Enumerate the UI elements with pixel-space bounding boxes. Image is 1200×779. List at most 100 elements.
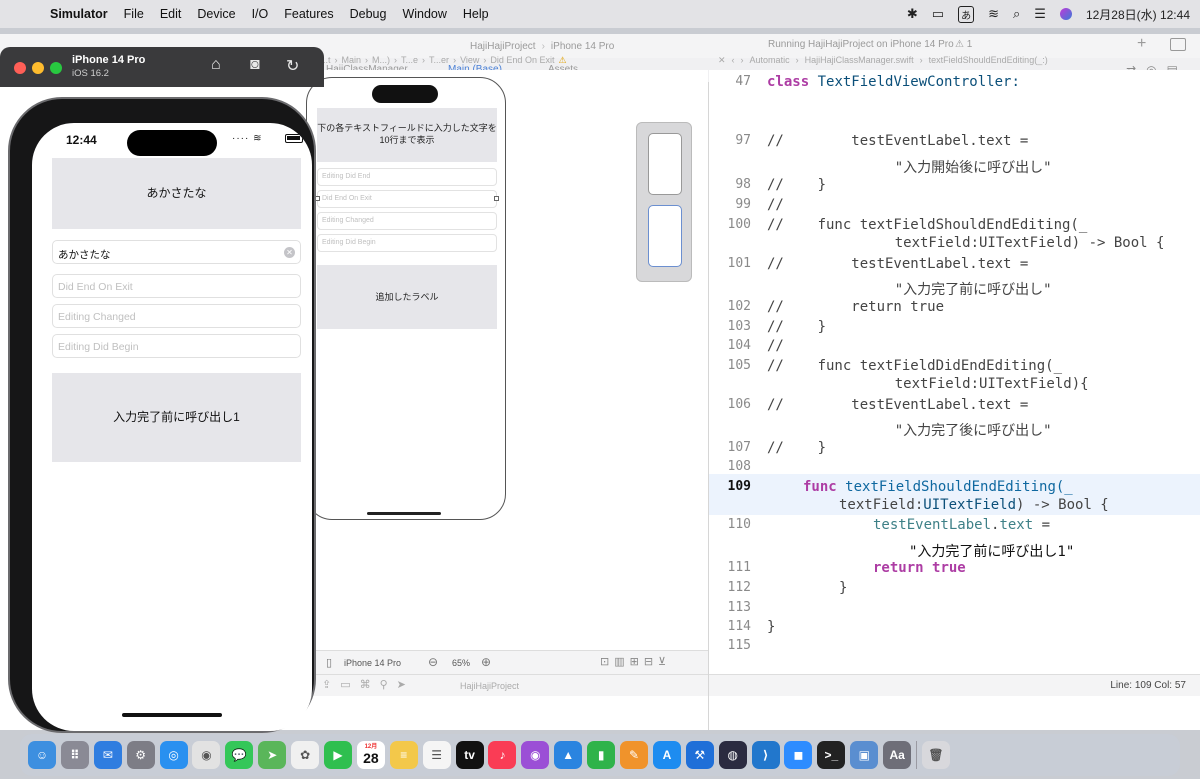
jump-item-m[interactable]: M...) [372,55,390,65]
text-field-active[interactable]: あかさたな ✕ [52,240,301,264]
close-icon[interactable]: ✕ [718,55,726,66]
text-field-did-end-on-exit[interactable]: Did End On Exit [52,274,301,298]
line-number: 110 [727,517,751,532]
line-number: 109 [727,479,751,494]
debug-bar-icons[interactable]: ⇪▭⌘⚲➤ [322,678,415,691]
home-icon[interactable]: ⌂ [211,56,221,74]
home-indicator[interactable] [122,713,222,717]
dock-numbers-icon[interactable]: ▮ [587,741,616,769]
warning-count[interactable]: ⚠ 1 [955,39,972,50]
code-text: // } [767,440,827,456]
siri-icon[interactable] [1059,8,1072,20]
zoom-button[interactable] [50,62,62,74]
dock-instruments-icon[interactable]: ◍ [718,741,747,769]
battery-icon[interactable]: ▭ [932,6,944,22]
dock-dictionary-icon[interactable]: Aa [883,741,912,769]
dock-finder-icon[interactable]: ☺ [28,741,56,769]
minimap-scene-2[interactable] [648,205,682,267]
rotate-icon[interactable]: ↻ [286,56,299,76]
menu-app-name[interactable]: Simulator [42,7,116,21]
menu-window[interactable]: Window [394,7,454,21]
spotlight-icon[interactable]: ⌕ [1013,6,1020,22]
device-icon[interactable]: ▯ [326,656,332,669]
dock-podcasts-icon[interactable]: ◉ [521,741,550,769]
dock-xcode-icon[interactable]: ⚒ [685,741,714,769]
dock-messages-icon[interactable]: 💬 [225,741,254,769]
dock-pages-icon[interactable]: ✎ [620,741,649,769]
menu-features[interactable]: Features [276,7,341,21]
menu-io[interactable]: I/O [244,7,277,21]
dock-vscode-icon[interactable]: ⟩ [751,741,780,769]
ib-header-label[interactable]: 下の各テキストフィールドに入力した文字を10行まで表示 [317,108,497,162]
menu-help[interactable]: Help [455,7,497,21]
dock-terminal-icon[interactable]: >_ [817,741,846,769]
line-number: 112 [727,580,751,595]
jump-item-file[interactable]: HajiHajiClassManager.swift [805,55,914,65]
warning-icon[interactable]: ⚠ [558,55,566,66]
code-text: textField:UITextField){ [861,376,1089,392]
dock-safari-icon[interactable]: ◎ [159,741,188,769]
menu-debug[interactable]: Debug [342,7,395,21]
clear-icon[interactable]: ✕ [284,247,295,258]
forward-icon[interactable]: › [741,55,744,65]
phone-screen[interactable]: 12:44 ···· ≋ あかさたな あかさたな ✕ Did End On Ex… [32,123,312,731]
menu-edit[interactable]: Edit [152,7,190,21]
dock-launchpad-icon[interactable]: ⠿ [60,741,89,769]
ib-added-label[interactable]: 追加したラベル [317,265,497,329]
dock-apple-tv-icon[interactable]: tv [455,741,484,769]
code-editor[interactable]: 47 class TextFieldViewController: 97 // tes… [709,70,1200,674]
jump-item-did-end-on-exit[interactable]: Did End On Exit [490,55,554,65]
jump-item-method[interactable]: textFieldShouldEndEditing(_:) [929,55,1048,65]
dock-app-store-icon[interactable]: A [652,741,681,769]
dock-system-settings-icon[interactable]: ⚙ [126,741,155,769]
menu-clock[interactable]: 12月28日(水) 12:44 [1086,6,1190,23]
menu-file[interactable]: File [116,7,152,21]
minimize-button[interactable] [32,62,44,74]
dock-music-icon[interactable]: ♪ [488,741,517,769]
interface-builder-canvas[interactable]: 下の各テキストフィールドに入力した文字を10行まで表示 Editing Did … [300,70,708,650]
ib-selection-handle[interactable] [494,196,499,201]
wifi-icon[interactable]: ≋ [988,6,999,22]
dock-keynote-icon[interactable]: ▲ [554,741,583,769]
battery-icon [285,134,303,143]
dock-calendar-icon[interactable]: 12月 28 [356,741,385,769]
ib-bottom-bar: ▯ iPhone 14 Pro ⊖ 65% ⊕ ⊡▥⊞⊟⊻ [300,650,708,674]
dock-chrome-icon[interactable]: ◉ [192,741,221,769]
control-center-icon[interactable]: ☰ [1034,6,1046,22]
ib-field-editing-changed[interactable]: Editing Changed [317,212,497,230]
dock-preview-icon[interactable]: ▣ [850,741,879,769]
ib-field-editing-did-begin[interactable]: Editing Did Begin [317,234,497,252]
jump-item-view[interactable]: View [460,55,479,65]
dock-notes-icon[interactable]: ≡ [389,741,418,769]
menu-device[interactable]: Device [189,7,243,21]
dock-trash-icon[interactable]: 🗑 [921,741,950,769]
ib-field-did-end-on-exit[interactable]: Did End On Exit [317,190,497,208]
dock-photos-icon[interactable]: ✿ [291,741,320,769]
jump-item-main[interactable]: Main [342,55,362,65]
dock-maps-icon[interactable]: ➤ [258,741,287,769]
bluetooth-icon[interactable]: ✱ [907,6,918,22]
ib-device-name[interactable]: iPhone 14 Pro [344,658,401,668]
jump-item-automatic[interactable]: Automatic [750,55,790,65]
ib-minimap[interactable] [636,122,692,282]
dock-zoom-icon[interactable]: ◼ [784,741,813,769]
ib-field-editing-did-end[interactable]: Editing Did End [317,168,497,186]
layout-tools-icons[interactable]: ⊡▥⊞⊟⊻ [600,655,671,668]
back-icon[interactable]: ‹ [732,55,735,65]
text-field-editing-changed[interactable]: Editing Changed [52,304,301,328]
simulator-body: 12:44 ···· ≋ あかさたな あかさたな ✕ Did End On Ex… [0,87,324,740]
zoom-in-icon[interactable]: ⊕ [481,655,491,669]
jump-item-te[interactable]: T...e [401,55,418,65]
text-field-editing-did-begin[interactable]: Editing Did Begin [52,334,301,358]
input-method-icon[interactable]: あ [958,5,975,23]
close-button[interactable] [14,62,26,74]
test-event-label: 入力完了前に呼び出し1 [52,373,301,462]
dock-facetime-icon[interactable]: ▶ [324,741,353,769]
jump-item-ter[interactable]: T...er [429,55,449,65]
ib-phone-scene[interactable]: 下の各テキストフィールドに入力した文字を10行まで表示 Editing Did … [306,77,506,520]
dock-reminders-icon[interactable]: ☰ [422,741,451,769]
zoom-out-icon[interactable]: ⊖ [428,655,438,669]
screenshot-icon[interactable]: ◙ [250,56,260,74]
dock-mail-icon[interactable]: ✉ [93,741,122,769]
minimap-scene-1[interactable] [648,133,682,195]
